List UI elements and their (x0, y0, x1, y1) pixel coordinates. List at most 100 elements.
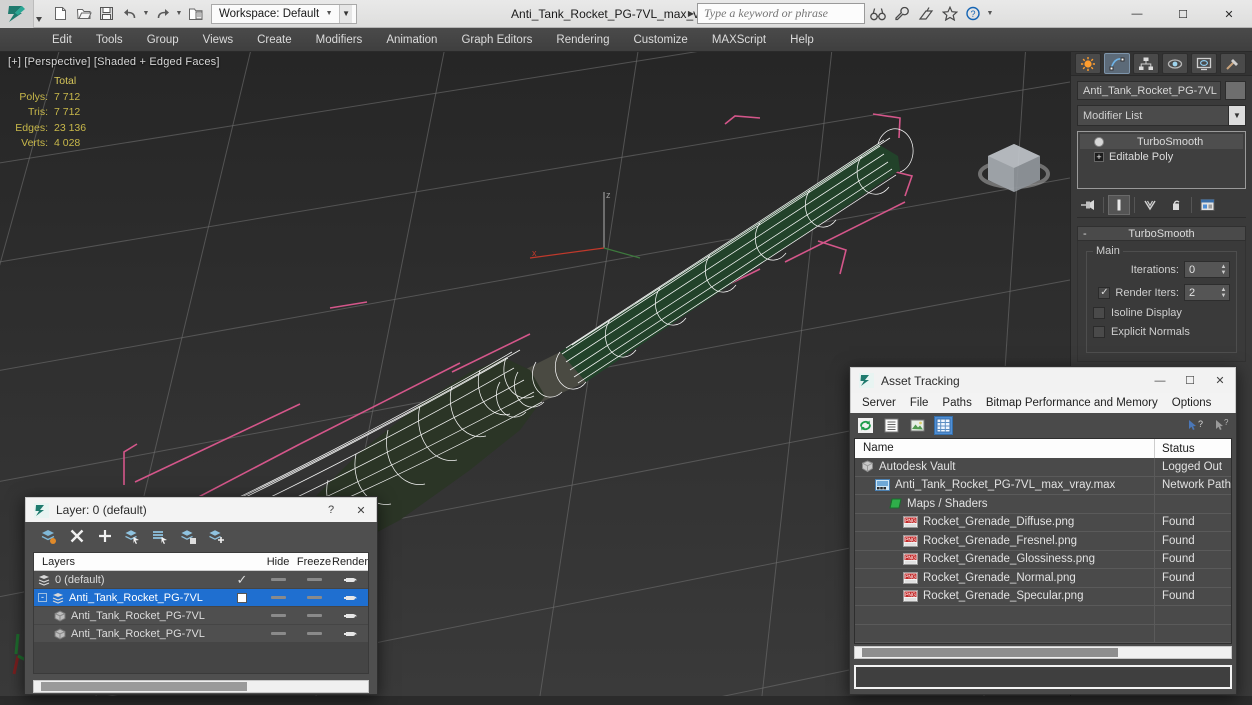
remove-modifier-button[interactable] (1165, 195, 1187, 215)
maximize-button[interactable]: ☐ (1160, 0, 1206, 28)
menu-item-edit[interactable]: Edit (40, 28, 84, 52)
help-pointer-icon[interactable]: ? (1185, 416, 1204, 435)
show-end-result-button[interactable] (1108, 195, 1130, 215)
asset-row[interactable]: PNG Rocket_Grenade_Glossiness.png Found (855, 550, 1231, 569)
layer-column-header-hide[interactable]: Hide (260, 556, 296, 568)
scrollbar-thumb[interactable] (41, 682, 247, 691)
asset-row[interactable]: PNG Rocket_Grenade_Fresnel.png Found (855, 531, 1231, 551)
layer-render-toggle[interactable] (332, 628, 368, 639)
modifier-stack[interactable]: TurboSmooth + Editable Poly (1077, 131, 1246, 189)
render-iters-value[interactable]: 2 (1185, 287, 1218, 299)
layer-row[interactable]: - Anti_Tank_Rocket_PG-7VL (34, 589, 368, 607)
workspace-dropdown-arrow[interactable]: ▼ (339, 4, 353, 23)
asset-menu-item-bitmap-performance-and-memory[interactable]: Bitmap Performance and Memory (979, 393, 1165, 413)
spinner-arrows-icon[interactable]: ▲ ▼ (1218, 262, 1229, 277)
asset-row[interactable]: PNG Rocket_Grenade_Specular.png Found (855, 587, 1231, 606)
search-expand-arrow[interactable]: ▶ (686, 9, 696, 18)
menu-item-modifiers[interactable]: Modifiers (304, 28, 375, 52)
modifier-stack-item[interactable]: + Editable Poly (1080, 149, 1243, 164)
configure-modifier-sets-button[interactable] (1196, 195, 1218, 215)
asset-tracking-titlebar[interactable]: Asset Tracking — ☐ ✕ (850, 367, 1236, 393)
column-header-name[interactable]: Name (855, 439, 1155, 458)
select-objects-in-layer-button[interactable] (123, 527, 142, 546)
render-iters-checkbox[interactable]: ✓ (1098, 286, 1111, 299)
motion-tab[interactable] (1162, 53, 1188, 74)
asset-minimize-button[interactable]: — (1145, 368, 1175, 394)
undo-dropdown-caret[interactable]: ▼ (142, 3, 150, 24)
3dsmax-logo[interactable] (0, 0, 34, 28)
hierarchy-tab[interactable] (1133, 53, 1159, 74)
layer-column-header-freeze[interactable]: Freeze (296, 556, 332, 568)
help-icon[interactable]: ? (962, 3, 985, 24)
layer-freeze-toggle[interactable] (296, 632, 332, 635)
layer-hide-toggle[interactable] (260, 596, 296, 599)
layer-freeze-toggle[interactable] (296, 614, 332, 617)
refresh-icon[interactable] (856, 416, 875, 435)
asset-menu-item-server[interactable]: Server (855, 393, 903, 413)
menu-item-help[interactable]: Help (778, 28, 826, 52)
menu-item-rendering[interactable]: Rendering (544, 28, 621, 52)
minimize-button[interactable]: — (1114, 0, 1160, 28)
layer-freeze-toggle[interactable] (296, 596, 332, 599)
layer-horizontal-scrollbar[interactable] (33, 680, 369, 693)
asset-menu-item-paths[interactable]: Paths (935, 393, 978, 413)
layer-dialog[interactable]: Layer: 0 (default) ? ✕ Layers Hide Freez… (24, 496, 378, 695)
render-iters-spinner[interactable]: 2 ▲ ▼ (1184, 284, 1230, 301)
layer-hide-toggle[interactable] (260, 578, 296, 581)
undo-icon[interactable] (119, 3, 140, 24)
satellite-icon[interactable] (914, 3, 937, 24)
layer-row[interactable]: Anti_Tank_Rocket_PG-7VL (34, 607, 368, 625)
new-file-icon[interactable] (50, 3, 71, 24)
menu-item-maxscript[interactable]: MAXScript (700, 28, 778, 52)
grid-view-icon[interactable] (934, 416, 953, 435)
column-header-status[interactable]: Status (1155, 443, 1231, 455)
asset-horizontal-scrollbar[interactable] (854, 646, 1232, 659)
delete-layer-button[interactable] (67, 527, 86, 546)
asset-row[interactable]: PNG Rocket_Grenade_Normal.png Found (855, 568, 1231, 588)
rollout-collapse-sign[interactable]: - (1083, 228, 1087, 240)
create-tab[interactable] (1075, 53, 1101, 74)
layer-hide-toggle[interactable] (260, 614, 296, 617)
workspace-caret-small[interactable]: ▼ (325, 3, 333, 24)
menu-item-create[interactable]: Create (245, 28, 304, 52)
menu-item-views[interactable]: Views (191, 28, 245, 52)
isoline-display-checkbox[interactable] (1093, 307, 1105, 319)
layer-render-toggle[interactable] (332, 592, 368, 603)
layer-freeze-toggle[interactable] (296, 578, 332, 581)
menu-item-customize[interactable]: Customize (621, 28, 699, 52)
asset-row[interactable]: Anti_Tank_Rocket_PG-7VL_max_vray.max Netw… (855, 476, 1231, 495)
list-view-icon[interactable] (882, 416, 901, 435)
close-button[interactable]: ✕ (1206, 0, 1252, 28)
asset-maximize-button[interactable]: ☐ (1175, 368, 1205, 394)
layer-dialog-titlebar[interactable]: Layer: 0 (default) ? ✕ (25, 497, 377, 522)
wrench-icon[interactable] (890, 3, 913, 24)
modifier-list-dropdown[interactable]: Modifier List ▼ (1077, 105, 1246, 126)
redo-icon[interactable] (152, 3, 173, 24)
layer-row[interactable]: 0 (default) ✓ (34, 571, 368, 589)
asset-menu-item-file[interactable]: File (903, 393, 936, 413)
create-new-layer-button[interactable] (39, 527, 58, 546)
context-help-icon[interactable]: ? (1211, 416, 1230, 435)
asset-tracking-dialog[interactable]: Asset Tracking — ☐ ✕ Server File Paths Bitm… (849, 366, 1237, 695)
layer-dialog-help-button[interactable]: ? (316, 497, 346, 523)
display-tab[interactable] (1191, 53, 1217, 74)
object-color-swatch[interactable] (1225, 81, 1246, 100)
menu-item-group[interactable]: Group (135, 28, 191, 52)
layer-render-toggle[interactable] (332, 574, 368, 585)
save-file-icon[interactable] (96, 3, 117, 24)
modify-tab[interactable] (1104, 53, 1130, 74)
project-folder-icon[interactable] (185, 3, 206, 24)
menu-item-animation[interactable]: Animation (374, 28, 449, 52)
layer-expander[interactable]: - (38, 593, 47, 602)
menu-item-tools[interactable]: Tools (84, 28, 135, 52)
asset-row[interactable]: PNG Rocket_Grenade_Diffuse.png Found (855, 513, 1231, 532)
layer-render-toggle[interactable] (332, 610, 368, 621)
asset-list[interactable]: Name Status Autodesk Vault Logged Out Anti… (854, 438, 1232, 644)
spinner-arrows-icon[interactable]: ▲ ▼ (1218, 285, 1229, 300)
add-selection-to-layer-button[interactable] (95, 527, 114, 546)
chevron-down-icon[interactable]: ▼ (1228, 106, 1245, 125)
workspace-selector[interactable]: Workspace: Default ▼ ▼ (211, 3, 358, 24)
open-file-icon[interactable] (73, 3, 94, 24)
layer-column-header-layers[interactable]: Layers (34, 556, 260, 568)
layer-column-header-render[interactable]: Render (332, 556, 368, 568)
